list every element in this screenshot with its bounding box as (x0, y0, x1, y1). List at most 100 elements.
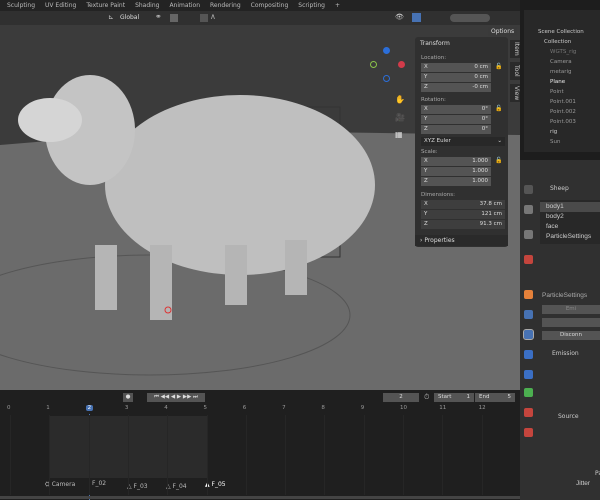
physics-tab-icon[interactable] (524, 350, 533, 359)
list-item[interactable]: body2 (546, 213, 564, 220)
tab-uv-editing[interactable]: UV Editing (40, 0, 81, 11)
sidebar-tab-view[interactable]: View (510, 84, 520, 102)
camera-view-icon[interactable]: 🎥 (395, 113, 405, 122)
marker[interactable]: △ F_03 (127, 483, 148, 490)
modifier-tab-icon[interactable] (524, 310, 533, 319)
render-tab-icon[interactable] (524, 205, 533, 214)
dimensions-x[interactable]: X 37.8 cm (421, 200, 505, 209)
outliner-item[interactable]: Collection (544, 39, 571, 45)
visibility-icon[interactable]: 👁 (395, 13, 404, 21)
snap-toggle[interactable] (170, 14, 178, 22)
sidebar-tab-tool[interactable]: Tool (510, 62, 520, 80)
outliner-item[interactable]: Sun (550, 139, 560, 145)
outliner-item[interactable]: Point (550, 89, 564, 95)
emitter-button[interactable]: Emi (542, 305, 600, 314)
viewport-header: ⊾ Global ⚭ ∧ 👁 (0, 11, 520, 25)
settings-field[interactable]: ParticleSettings (542, 292, 587, 299)
falloff-icon[interactable]: ∧ (210, 12, 216, 21)
tab-rendering[interactable]: Rendering (205, 0, 246, 11)
options-dropdown[interactable]: Options (488, 27, 518, 36)
marker[interactable]: △ F_04 (166, 483, 187, 490)
outliner-item[interactable]: metarig (550, 69, 572, 75)
texture-tab-icon[interactable] (524, 428, 533, 437)
properties-subpanel[interactable]: › Properties (415, 235, 508, 246)
scale-x[interactable]: X 1.000 (421, 157, 491, 166)
add-workspace-button[interactable]: + (330, 0, 345, 11)
source-subpanel-header[interactable]: Source (558, 413, 579, 420)
location-z[interactable]: Z -0 cm (421, 83, 491, 92)
disconnect-button[interactable]: Disconn (542, 331, 600, 340)
marker[interactable]: ▲ F_05 (205, 481, 226, 488)
location-x[interactable]: X0 cm (421, 63, 491, 72)
object-tab-icon[interactable] (524, 290, 533, 299)
ruler-tick: 11 (439, 405, 447, 411)
hand-pan-icon[interactable]: ✋ (395, 95, 405, 104)
timeline-scrollbar[interactable] (0, 496, 520, 499)
start-frame-field[interactable]: Start 1 (434, 393, 474, 402)
marker[interactable]: F_02 (92, 480, 106, 487)
material-tab-icon[interactable] (524, 408, 533, 417)
outliner-item[interactable]: Scene Collection (538, 29, 584, 35)
list-item[interactable]: ParticleSettings (546, 233, 591, 240)
world-tab-icon[interactable] (524, 255, 533, 264)
rotation-mode-dropdown[interactable]: XYZ Euler ⌄ (421, 137, 505, 146)
tab-scripting[interactable]: Scripting (293, 0, 330, 11)
lock-icon[interactable]: 🔓 (495, 157, 502, 164)
stopwatch-icon[interactable]: ⏱ (424, 393, 429, 402)
orientation-dropdown[interactable]: Global (120, 14, 139, 21)
outliner-item[interactable]: Plane (550, 79, 565, 85)
properties-editor: Sheep body1 body2 face ParticleSettings … (520, 160, 600, 500)
rotation-x[interactable]: X 0° (421, 105, 491, 114)
rotation-z[interactable]: Z 0° (421, 125, 491, 134)
tab-compositing[interactable]: Compositing (246, 0, 294, 11)
end-frame-field[interactable]: End 5 (475, 393, 515, 402)
ruler-tick: 1 (46, 405, 50, 411)
frame-gridline (363, 415, 365, 495)
transform-header[interactable]: Transform (420, 40, 450, 47)
proportional-toggle[interactable] (200, 14, 208, 22)
lock-icon[interactable]: 🔓 (495, 105, 502, 112)
tool-tab-icon[interactable] (524, 185, 533, 194)
rotation-y[interactable]: Y 0° (421, 115, 491, 124)
grid-view-icon[interactable]: ▦ (395, 130, 403, 139)
field[interactable] (542, 318, 600, 327)
sidebar-tab-item[interactable]: Item (510, 40, 520, 58)
tab-shading[interactable]: Shading (130, 0, 164, 11)
lock-icon[interactable]: 🔓 (495, 63, 502, 70)
outliner-item[interactable]: Point.002 (550, 109, 576, 115)
outliner-item[interactable]: Point.001 (550, 99, 576, 105)
particle-systems-list[interactable]: body1 body2 face ParticleSettings (540, 200, 600, 244)
list-item[interactable]: body1 (540, 202, 600, 212)
current-frame-field[interactable]: 2 (383, 393, 419, 402)
ruler-tick: 8 (321, 405, 325, 411)
constraints-tab-icon[interactable] (524, 370, 533, 379)
navigation-gizmo[interactable] (368, 45, 408, 85)
record-button[interactable]: ● (123, 393, 133, 402)
outliner-item[interactable]: Point.003 (550, 119, 576, 125)
scene-tab-icon[interactable] (524, 230, 533, 239)
emission-panel-header[interactable]: Emission (552, 350, 579, 357)
tab-texture-paint[interactable]: Texture Paint (81, 0, 130, 11)
dimensions-y[interactable]: Y 121 cm (421, 210, 505, 219)
outliner-item[interactable]: Camera (550, 59, 572, 65)
frame-ruler[interactable]: 0 1 2 3 4 5 6 7 8 9 10 11 12 (0, 405, 520, 415)
pivot-icon[interactable]: ⚭ (155, 12, 162, 21)
frame-gridline (88, 415, 90, 495)
gizmo-toggle[interactable] (412, 13, 421, 22)
data-tab-icon[interactable] (524, 388, 533, 397)
scale-z[interactable]: Z 1.000 (421, 177, 491, 186)
list-item[interactable]: face (546, 223, 558, 230)
playback-controls[interactable]: ⏮ ◀◀ ◀ ▶ ▶▶ ⏭ (147, 393, 205, 402)
tab-sculpting[interactable]: Sculpting (2, 0, 40, 11)
dimensions-z[interactable]: Z 91.3 cm (421, 220, 505, 229)
shading-modes[interactable] (450, 14, 490, 22)
location-y[interactable]: Y0 cm (421, 73, 491, 82)
scale-y[interactable]: Y 1.000 (421, 167, 491, 176)
outliner-item[interactable]: rig (550, 129, 557, 135)
tab-animation[interactable]: Animation (164, 0, 205, 11)
frame-gridline (403, 415, 404, 495)
sidebar-transform-panel: Transform Location: X0 cm Y0 cm Z -0 cm R… (415, 37, 508, 247)
outliner-item[interactable]: WGTS_rig (550, 49, 576, 55)
dimensions-label: Dimensions: (421, 192, 455, 198)
particles-tab-icon[interactable] (523, 329, 534, 340)
